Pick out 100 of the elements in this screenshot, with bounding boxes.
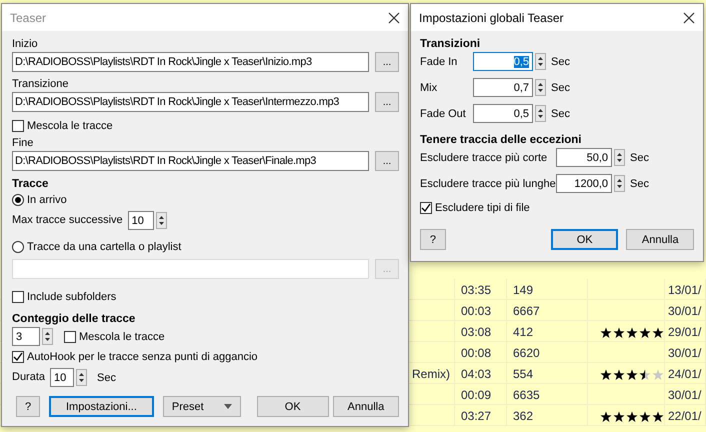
radio-button[interactable]: [12, 194, 24, 206]
play-count-cell: 6620: [507, 342, 588, 363]
browse-button[interactable]: ...: [375, 92, 399, 112]
field-label: Max tracce successive: [12, 214, 123, 227]
spin-button[interactable]: [535, 105, 546, 122]
play-count-cell: 554: [507, 363, 588, 384]
date-cell: 13/01/: [665, 279, 706, 300]
unit-label: Sec: [551, 56, 570, 68]
checkbox[interactable]: [64, 330, 76, 342]
duration-cell: 00:09: [455, 384, 507, 405]
caret-icon: [224, 404, 232, 409]
dialog-button[interactable]: Preset: [162, 396, 241, 417]
field-label: Mix: [420, 82, 438, 94]
number-field[interactable]: 3: [12, 327, 40, 346]
unit-label: Sec: [97, 372, 116, 384]
number-field[interactable]: 50,0: [556, 148, 612, 167]
duration-cell: 03:08: [455, 321, 507, 342]
play-count-cell: 6667: [507, 300, 588, 321]
radio-label: In arrivo: [27, 194, 67, 206]
spin-button[interactable]: [76, 369, 88, 386]
checkbox[interactable]: [420, 202, 432, 214]
spin-button[interactable]: [535, 53, 546, 70]
field-label: Fade In: [420, 56, 458, 68]
date-cell: 29/01/: [665, 321, 706, 342]
duration-cell: 03:35: [455, 279, 507, 300]
folder-field[interactable]: [12, 259, 369, 279]
field-label: Escludere tracce più lunghe: [420, 178, 556, 190]
star-icon: [639, 326, 651, 338]
dialog-button[interactable]: ?: [16, 396, 40, 417]
star-icon: [652, 410, 664, 422]
spin-button[interactable]: [614, 175, 625, 192]
number-field[interactable]: 0,5: [473, 52, 533, 71]
play-count-cell: 149: [507, 279, 588, 300]
section-heading: Transizioni: [420, 38, 482, 50]
dialog-button[interactable]: Impostazioni...: [49, 396, 154, 417]
radio-button[interactable]: [12, 240, 24, 252]
checkbox-label: Escludere tipi di file: [435, 202, 530, 214]
browse-button[interactable]: ...: [375, 151, 399, 171]
checkbox-label: AutoHook per le tracce senza punti di aggancio: [27, 350, 258, 362]
star-icon: [600, 410, 612, 422]
number-field[interactable]: 1200,0: [556, 174, 612, 193]
section-heading: Tracce: [12, 178, 50, 190]
radio-label: Tracce da una cartella o playlist: [27, 240, 182, 252]
star-icon: [652, 368, 664, 380]
checkbox-label: Mescola le tracce: [79, 330, 165, 342]
number-field[interactable]: 10: [128, 211, 154, 230]
checkbox[interactable]: [12, 350, 24, 362]
number-field[interactable]: 10: [50, 368, 74, 387]
star-icon: [652, 326, 664, 338]
checkbox[interactable]: [12, 290, 24, 302]
duration-cell: 04:03: [455, 363, 507, 384]
star-icon: [613, 368, 625, 380]
date-cell: 30/01/: [665, 342, 706, 363]
date-cell: 22/01/: [665, 405, 706, 426]
dialog-button[interactable]: Annulla: [332, 396, 399, 417]
path-field[interactable]: D:\RADIOBOSS\Playlists\RDT In Rock\Jingle x Teaser\Intermezzo.mp3: [12, 92, 369, 112]
star-icon: [626, 368, 638, 380]
field-label: Escludere tracce più corte: [420, 152, 548, 164]
star-icon: [600, 368, 612, 380]
star-icon: [639, 410, 651, 422]
play-count-cell: 412: [507, 321, 588, 342]
checkbox[interactable]: [12, 120, 24, 132]
field-label: Transizione: [12, 78, 70, 91]
unit-label: Sec: [551, 82, 570, 94]
star-icon: [626, 326, 638, 338]
unit-label: Sec: [630, 178, 649, 190]
dialog-button[interactable]: OK: [256, 396, 329, 417]
number-field[interactable]: 0,7: [473, 78, 533, 97]
close-icon[interactable]: [388, 12, 400, 24]
spin-button[interactable]: [614, 149, 625, 166]
dialog-button[interactable]: OK: [550, 229, 618, 250]
dialog-button[interactable]: Annulla: [626, 229, 694, 250]
star-icon: [600, 326, 612, 338]
browse-button[interactable]: ...: [375, 52, 399, 72]
star-icon: [613, 326, 625, 338]
path-field[interactable]: D:\RADIOBOSS\Playlists\RDT In Rock\Jingle x Teaser\Inizio.mp3: [12, 52, 369, 72]
spin-button[interactable]: [156, 212, 167, 229]
window-title: Teaser: [10, 10, 46, 24]
spin-button[interactable]: [535, 79, 546, 96]
play-count-cell: 362: [507, 405, 588, 426]
date-cell: 24/01/: [665, 363, 706, 384]
field-label: Inizio: [12, 38, 39, 51]
play-count-cell: 6635: [507, 384, 588, 405]
checkbox-label: Mescola le tracce: [27, 120, 113, 132]
star-icon: [613, 410, 625, 422]
section-heading: Tenere traccia delle eccezioni: [420, 134, 583, 146]
close-icon[interactable]: [683, 12, 695, 24]
dialog-button[interactable]: ?: [420, 229, 446, 250]
date-cell: 30/01/: [665, 300, 706, 321]
spin-button[interactable]: [42, 328, 53, 345]
duration-cell: 00:03: [455, 300, 507, 321]
number-field[interactable]: 0,5: [473, 104, 533, 123]
field-label: Durata: [12, 371, 46, 384]
window-title: Impostazioni globali Teaser: [419, 10, 564, 24]
star-icon: [639, 368, 651, 380]
star-icon: [626, 410, 638, 422]
section-heading: Conteggio delle tracce: [12, 313, 136, 325]
duration-cell: 03:27: [455, 405, 507, 426]
path-field[interactable]: D:\RADIOBOSS\Playlists\RDT In Rock\Jingle x Teaser\Finale.mp3: [12, 151, 369, 171]
unit-label: Sec: [630, 152, 649, 164]
